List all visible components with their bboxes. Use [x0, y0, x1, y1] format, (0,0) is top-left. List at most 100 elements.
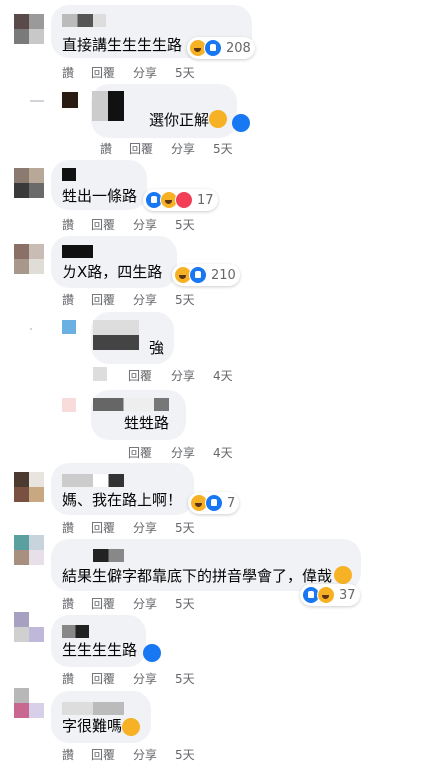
reply-button[interactable]: 回覆	[91, 216, 133, 233]
timestamp[interactable]: 5天	[175, 519, 195, 536]
share-button[interactable]: 分享	[171, 444, 213, 461]
reaction-count: 208	[226, 40, 251, 56]
reply-button[interactable]: 回覆	[91, 519, 133, 536]
share-button[interactable]: 分享	[133, 64, 175, 81]
reaction-summary[interactable]: 37	[300, 584, 360, 606]
comment-text: 選你正解	[149, 111, 210, 129]
avatar[interactable]	[14, 688, 44, 718]
comment-text: ㄌX路，四生路	[62, 263, 163, 281]
haha-reaction-icon	[209, 110, 227, 128]
share-button[interactable]: 分享	[133, 746, 175, 763]
reaction-summary[interactable]: 7	[188, 492, 240, 514]
like-button[interactable]: 讚	[62, 216, 91, 233]
commenter-name[interactable]	[92, 91, 124, 121]
avatar[interactable]	[14, 244, 44, 274]
comment-text: 直接講生生生生路	[62, 36, 183, 54]
comment-text: 強	[149, 339, 165, 357]
commenter-name[interactable]	[93, 398, 169, 411]
reaction-summary[interactable]: 210	[172, 264, 240, 286]
comment-actions: 讚 回覆 分享 5天	[62, 64, 195, 81]
share-button[interactable]: 分享	[171, 367, 213, 384]
reaction-summary[interactable]: 17	[143, 189, 218, 211]
timestamp[interactable]: 5天	[175, 595, 195, 612]
avatar[interactable]	[14, 168, 44, 198]
comment-actions: 回覆 分享 4天	[128, 444, 233, 461]
haha-reaction-icon	[334, 566, 352, 584]
avatar[interactable]	[14, 472, 44, 502]
comment-text: 甡甡路	[124, 414, 170, 432]
like-reaction-icon[interactable]	[143, 644, 161, 662]
like-button[interactable]: 讚	[62, 595, 91, 612]
comment-text: 字很難嗎	[62, 717, 123, 735]
reply-button[interactable]: 回覆	[91, 670, 133, 687]
timestamp[interactable]: 5天	[175, 291, 195, 308]
commenter-name[interactable]	[62, 702, 124, 715]
like-button[interactable]: 讚	[62, 670, 91, 687]
comment-actions: 讚 回覆 分享 5天	[62, 595, 195, 612]
commenter-name[interactable]	[93, 320, 139, 350]
comment-text: 媽、我在路上啊！	[62, 491, 183, 509]
timestamp[interactable]: 5天	[175, 670, 195, 687]
comment-text: 甡出一條路	[62, 187, 138, 205]
reply-button[interactable]: 回覆	[128, 367, 171, 384]
reaction-count: 7	[227, 495, 236, 511]
share-button[interactable]: 分享	[171, 140, 213, 157]
avatar[interactable]	[62, 320, 76, 334]
timestamp[interactable]: 5天	[175, 64, 195, 81]
timestamp[interactable]: 4天	[213, 444, 233, 461]
comment-text: 結果生僻字都靠底下的拼音學會了，偉哉	[62, 567, 333, 585]
comment-actions: 讚 回覆 分享 5天	[62, 746, 195, 763]
share-button[interactable]: 分享	[133, 670, 175, 687]
like-button[interactable]: 讚	[62, 291, 91, 308]
comment-actions: 讚 回覆 分享 5天	[62, 670, 195, 687]
reply-button[interactable]: 回覆	[91, 64, 133, 81]
share-button[interactable]: 分享	[133, 291, 175, 308]
comment-actions: 讚 回覆 分享 5天	[62, 519, 195, 536]
haha-reaction-icon	[122, 718, 140, 736]
timestamp[interactable]: 5天	[213, 140, 233, 157]
commenter-name[interactable]	[62, 168, 76, 181]
avatar[interactable]	[14, 612, 44, 642]
commenter-name[interactable]	[62, 14, 106, 27]
reaction-count: 17	[197, 192, 214, 208]
reply-thread-line	[30, 100, 44, 102]
love-reaction-icon	[175, 191, 193, 209]
comment-actions: 讚 回覆 分享 5天	[62, 216, 195, 233]
avatar[interactable]	[14, 14, 44, 44]
reaction-count: 210	[211, 267, 236, 283]
reply-button[interactable]: 回覆	[91, 291, 133, 308]
avatar[interactable]	[62, 398, 76, 412]
haha-reaction-icon	[317, 586, 335, 604]
commenter-name[interactable]	[93, 549, 124, 562]
commenter-name[interactable]	[62, 474, 124, 487]
comment-actions: 回覆 分享 4天	[93, 367, 233, 384]
share-button[interactable]: 分享	[133, 595, 175, 612]
reply-button[interactable]: 回覆	[129, 140, 171, 157]
commenter-name[interactable]	[62, 625, 89, 638]
like-button[interactable]: 讚	[62, 519, 91, 536]
like-button[interactable]: 讚	[100, 140, 129, 157]
share-button[interactable]: 分享	[133, 216, 175, 233]
reply-button[interactable]: 回覆	[91, 746, 133, 763]
avatar-mini	[93, 367, 107, 381]
like-button[interactable]: 讚	[62, 64, 91, 81]
like-reaction-icon	[204, 39, 222, 57]
commenter-name[interactable]	[62, 245, 93, 258]
like-button[interactable]: 讚	[62, 746, 91, 763]
comment-actions: 讚 回覆 分享 5天	[100, 140, 233, 157]
like-reaction-icon	[189, 266, 207, 284]
avatar[interactable]	[62, 92, 78, 108]
reaction-summary[interactable]: 208	[187, 37, 255, 59]
comment-text: 生生生生路	[62, 641, 138, 659]
timestamp[interactable]: 5天	[175, 746, 195, 763]
like-reaction-icon[interactable]	[232, 114, 250, 132]
timestamp[interactable]: 5天	[175, 216, 195, 233]
share-button[interactable]: 分享	[133, 519, 175, 536]
comment-actions: 讚 回覆 分享 5天	[62, 291, 195, 308]
reply-button[interactable]: 回覆	[128, 444, 171, 461]
avatar[interactable]	[14, 535, 44, 565]
reply-thread-line	[30, 328, 32, 330]
timestamp[interactable]: 4天	[213, 367, 233, 384]
reaction-count: 37	[339, 587, 356, 603]
reply-button[interactable]: 回覆	[91, 595, 133, 612]
